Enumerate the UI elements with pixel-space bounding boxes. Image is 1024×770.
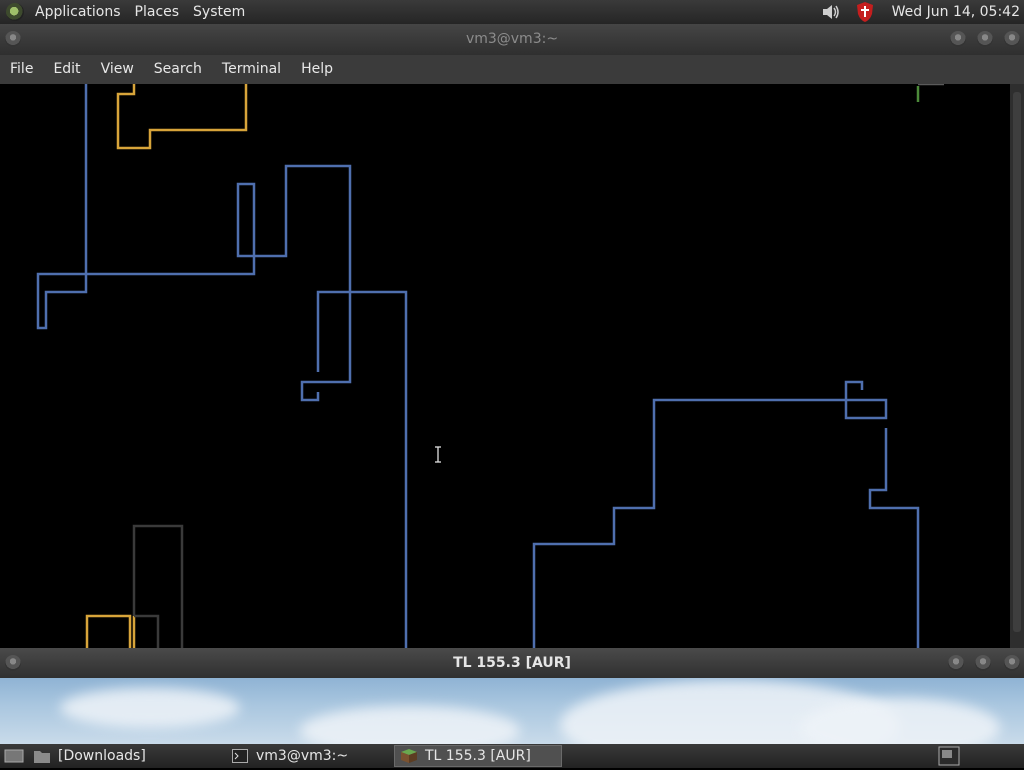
menu-edit[interactable]: Edit [43, 55, 90, 84]
cloud [60, 688, 240, 728]
maximize-icon[interactable] [977, 31, 993, 47]
taskbar: [Downloads] vm3@vm3:~ TL 155.3 [AUR] [0, 744, 1024, 768]
minimize-icon[interactable] [950, 31, 966, 47]
places-menu[interactable]: Places [128, 0, 187, 24]
task-label: [Downloads] [58, 748, 146, 764]
blue-track-c [532, 380, 888, 648]
terminal-menubar: File Edit View Search Terminal Help [0, 55, 1024, 84]
window-menu-icon[interactable] [5, 655, 21, 671]
volume-icon[interactable] [820, 1, 842, 23]
system-tray: Wed Jun 14, 05:42 [814, 0, 1024, 24]
clock[interactable]: Wed Jun 14, 05:42 [882, 4, 1024, 20]
cloud [300, 706, 520, 744]
blue-track-a [36, 84, 352, 402]
yellow-track-top [116, 84, 248, 150]
menu-view[interactable]: View [91, 55, 144, 84]
gnome-foot-icon[interactable] [6, 3, 24, 21]
game-window-titlebar[interactable]: TL 155.3 [AUR] [0, 648, 1024, 678]
terminal-titlebar[interactable]: vm3@vm3:~ [0, 24, 1024, 55]
minimize-icon[interactable] [948, 655, 964, 671]
close-icon[interactable] [1004, 31, 1020, 47]
task-game[interactable]: TL 155.3 [AUR] [394, 745, 562, 767]
menu-file[interactable]: File [0, 55, 43, 84]
minecraft-block-icon [401, 749, 417, 763]
task-label: vm3@vm3:~ [256, 748, 349, 764]
dark-track [132, 524, 184, 648]
track-drawing [36, 84, 944, 648]
panel-menus: Applications Places System [28, 0, 252, 24]
applications-menu[interactable]: Applications [28, 0, 128, 24]
task-downloads[interactable]: [Downloads] [28, 745, 224, 767]
folder-icon [34, 751, 50, 763]
scrollbar-thumb[interactable] [1013, 92, 1021, 632]
blue-track-d [868, 428, 920, 648]
terminal-title: vm3@vm3:~ [465, 31, 559, 47]
terminal-scrollbar[interactable] [1010, 84, 1024, 648]
blue-track-b [316, 290, 408, 648]
window-menu-icon[interactable] [5, 31, 21, 47]
top-panel: Applications Places System Wed Jun 14, 0… [0, 0, 1024, 24]
terminal-icon [232, 749, 248, 763]
text-cursor-icon [435, 446, 441, 463]
workspace-switcher-icon[interactable] [938, 746, 960, 766]
task-label: TL 155.3 [AUR] [425, 748, 531, 764]
yellow-track-bottom [85, 614, 136, 648]
maximize-icon[interactable] [975, 655, 991, 671]
system-menu[interactable]: System [186, 0, 252, 24]
show-desktop-icon [4, 749, 24, 763]
menu-terminal[interactable]: Terminal [212, 55, 291, 84]
task-terminal[interactable]: vm3@vm3:~ [226, 745, 392, 767]
shield-icon[interactable] [854, 1, 876, 23]
menu-help[interactable]: Help [291, 55, 343, 84]
show-desktop-button[interactable] [0, 745, 26, 767]
menu-search[interactable]: Search [144, 55, 212, 84]
game-sky-view[interactable] [0, 678, 1024, 744]
close-icon[interactable] [1004, 655, 1020, 671]
terminal-screen[interactable] [0, 84, 1010, 648]
game-window-title: TL 155.3 [AUR] [453, 655, 571, 671]
